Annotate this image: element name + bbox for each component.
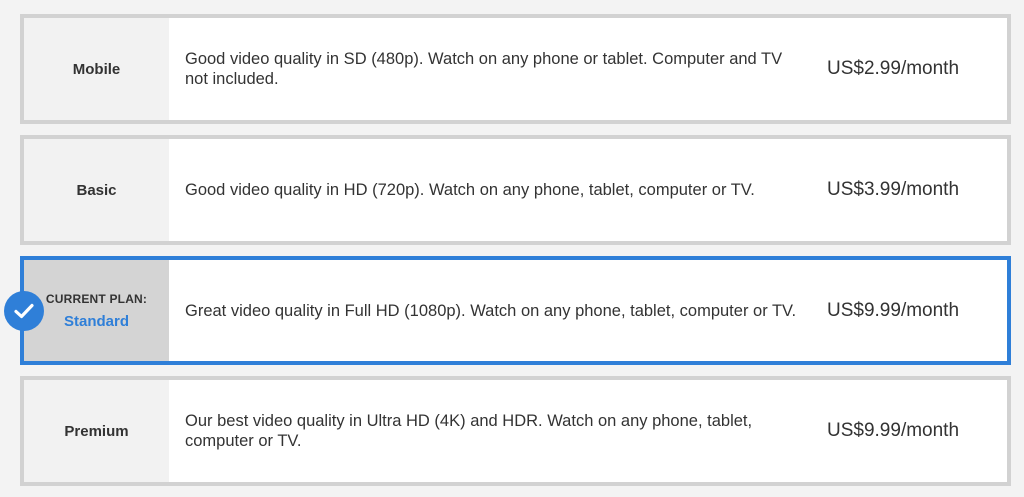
plan-description: Good video quality in SD (480p). Watch o…: [185, 50, 783, 88]
plan-description: Great video quality in Full HD (1080p). …: [185, 301, 797, 320]
plan-description: Our best video quality in Ultra HD (4K) …: [185, 412, 753, 450]
plan-name-cell: Premium: [24, 380, 169, 482]
plan-price: US$2.99/month: [827, 58, 960, 79]
plan-name-cell: Basic: [24, 139, 169, 241]
plan-option-standard[interactable]: CURRENT PLAN: Standard Great video quali…: [4, 256, 1011, 365]
current-plan-label: CURRENT PLAN:: [45, 291, 148, 306]
plan-name: Premium: [64, 422, 129, 440]
plan-price: US$3.99/month: [827, 179, 960, 200]
plan-name: Standard: [63, 312, 129, 330]
plan-price: US$9.99/month: [827, 420, 960, 441]
plan-option-premium[interactable]: Premium Our best video quality in Ultra …: [20, 376, 1011, 486]
plan-price: US$9.99/month: [827, 299, 960, 321]
plan-list: Mobile Good video quality in SD (480p). …: [4, 14, 1011, 497]
plan-name: Mobile: [72, 60, 121, 78]
plan-name-cell: Mobile: [24, 18, 169, 120]
plan-name-cell: CURRENT PLAN: Standard: [24, 260, 169, 361]
plan-description: Good video quality in HD (720p). Watch o…: [185, 181, 755, 199]
checkmark-icon: [4, 290, 44, 331]
plan-option-basic[interactable]: Basic Good video quality in HD (720p). W…: [20, 135, 1011, 245]
plan-name: Basic: [76, 181, 117, 199]
plan-option-mobile[interactable]: Mobile Good video quality in SD (480p). …: [20, 14, 1011, 124]
